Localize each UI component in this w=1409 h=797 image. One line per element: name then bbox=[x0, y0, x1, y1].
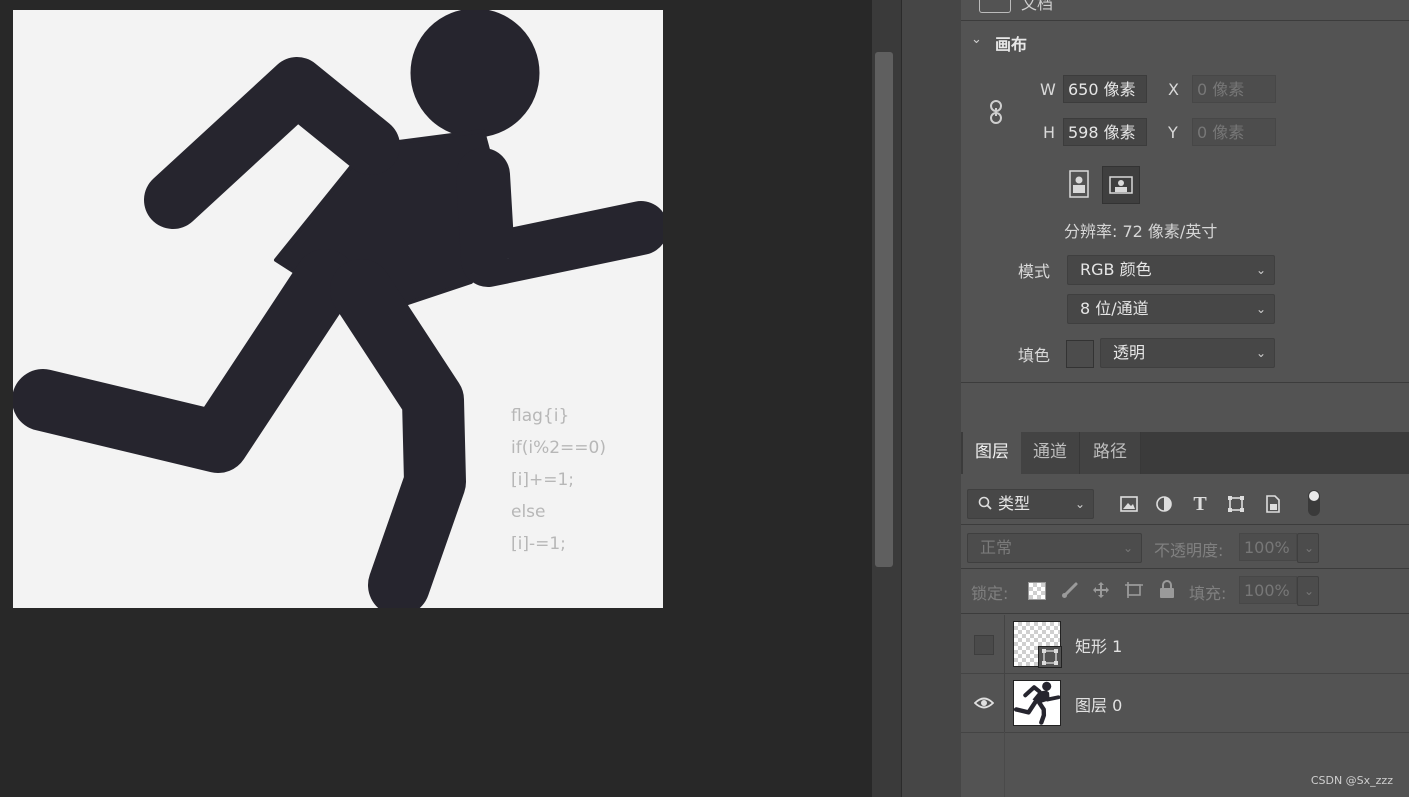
chevron-down-icon: ⌄ bbox=[1074, 497, 1085, 511]
document-canvas[interactable]: flag{i} if(i%2==0) [i]+=1; else [i]-=1; bbox=[13, 10, 663, 608]
search-icon bbox=[978, 490, 992, 527]
code-line-1: flag{i} bbox=[511, 406, 570, 426]
layer-name[interactable]: 图层 0 bbox=[1075, 692, 1122, 716]
vector-shape-icon bbox=[1038, 646, 1062, 668]
fill-value: 透明 bbox=[1113, 343, 1146, 362]
section-divider bbox=[961, 568, 1409, 569]
x-field[interactable]: 0 像素 bbox=[1192, 75, 1276, 103]
smart-object-filter-icon[interactable] bbox=[1263, 494, 1283, 514]
document-workspace: flag{i} if(i%2==0) [i]+=1; else [i]-=1; bbox=[0, 0, 872, 797]
layer-row[interactable]: 矩形 1 bbox=[961, 615, 1409, 674]
layer-name[interactable]: 矩形 1 bbox=[1075, 633, 1122, 657]
section-divider bbox=[961, 20, 1409, 21]
layer-filter-select[interactable]: 类型 ⌄ bbox=[967, 489, 1094, 519]
chevron-down-icon: ⌄ bbox=[1122, 541, 1133, 555]
document-icon bbox=[979, 0, 1011, 13]
layer-thumbnail bbox=[1013, 680, 1061, 726]
height-label: H bbox=[1043, 123, 1056, 142]
filter-toggle[interactable] bbox=[1308, 490, 1320, 516]
shape-filter-icon[interactable] bbox=[1226, 494, 1246, 514]
link-icon[interactable] bbox=[987, 99, 1005, 125]
watermark-text: CSDN @Sx_zzz bbox=[1310, 774, 1393, 787]
width-label: W bbox=[1040, 80, 1056, 99]
lock-transparency-icon[interactable] bbox=[1028, 582, 1046, 600]
y-field[interactable]: 0 像素 bbox=[1192, 118, 1276, 146]
visibility-toggle-off[interactable] bbox=[974, 635, 994, 655]
mode-label: 模式 bbox=[1018, 262, 1051, 281]
canvas-section-title[interactable]: 画布 bbox=[995, 31, 1027, 55]
lock-label: 锁定: bbox=[971, 584, 1009, 603]
code-line-2: if(i%2==0) bbox=[511, 438, 606, 458]
row-divider bbox=[1004, 615, 1005, 673]
image-filter-icon[interactable] bbox=[1119, 494, 1139, 514]
height-field[interactable]: 598 像素 bbox=[1063, 118, 1147, 146]
panel-divider bbox=[901, 0, 962, 797]
eye-icon[interactable] bbox=[973, 693, 995, 713]
chevron-down-icon: ⌄ bbox=[1255, 263, 1266, 277]
text-filter-icon[interactable]: T bbox=[1190, 493, 1210, 515]
lock-position-move-icon[interactable] bbox=[1091, 580, 1111, 600]
portrait-orientation-icon[interactable] bbox=[1067, 168, 1091, 200]
lock-pixels-brush-icon[interactable] bbox=[1060, 580, 1080, 600]
width-field[interactable]: 650 像素 bbox=[1063, 75, 1147, 103]
lock-artboard-icon[interactable] bbox=[1124, 580, 1144, 600]
opacity-label: 不透明度: bbox=[1154, 541, 1224, 560]
scrollbar-thumb[interactable] bbox=[875, 52, 893, 567]
chevron-down-icon: ⌄ bbox=[1303, 584, 1314, 598]
lock-all-icon[interactable] bbox=[1158, 579, 1176, 599]
blend-mode-value: 正常 bbox=[980, 538, 1013, 557]
running-man-artwork bbox=[13, 10, 663, 608]
code-line-4: else bbox=[511, 502, 546, 522]
chevron-down-icon: ⌄ bbox=[1255, 346, 1266, 360]
tab-paths[interactable]: 路径 bbox=[1080, 432, 1141, 474]
layer-row[interactable]: 图层 0 bbox=[961, 674, 1409, 733]
figure-front-leg bbox=[330, 259, 466, 608]
code-line-3: [i]+=1; bbox=[511, 470, 575, 490]
bit-depth-select[interactable]: 8 位/通道 ⌄ bbox=[1067, 294, 1275, 324]
color-mode-select[interactable]: RGB 颜色 ⌄ bbox=[1067, 255, 1275, 285]
fill-color-swatch[interactable] bbox=[1066, 340, 1094, 368]
figure-head bbox=[410, 10, 540, 138]
fill-color-label: 填色 bbox=[1018, 346, 1051, 365]
figure-back-leg bbox=[13, 249, 356, 473]
chevron-down-icon: ⌄ bbox=[1255, 302, 1266, 316]
fill-opacity-field[interactable]: 100% bbox=[1239, 576, 1297, 604]
blend-mode-select[interactable]: 正常 ⌄ bbox=[967, 533, 1142, 563]
section-divider bbox=[961, 382, 1409, 383]
landscape-orientation-icon[interactable] bbox=[1102, 166, 1140, 204]
properties-panel: 文档 ⌄ 画布 W 650 像素 X 0 像素 H 598 像素 Y 0 像素 … bbox=[961, 0, 1409, 432]
color-mode-value: RGB 颜色 bbox=[1080, 260, 1152, 279]
opacity-field[interactable]: 100% bbox=[1239, 533, 1297, 561]
fill-select[interactable]: 透明 ⌄ bbox=[1100, 338, 1275, 368]
row-divider bbox=[1004, 732, 1005, 797]
fill-opacity-label: 填充: bbox=[1189, 584, 1227, 603]
row-divider bbox=[1004, 674, 1005, 732]
bit-depth-value: 8 位/通道 bbox=[1080, 299, 1149, 318]
tab-channels[interactable]: 通道 bbox=[1021, 432, 1080, 474]
document-section-label: 文档 bbox=[1021, 0, 1054, 13]
fill-opacity-dropdown[interactable]: ⌄ bbox=[1297, 576, 1319, 606]
tab-layers[interactable]: 图层 bbox=[963, 432, 1022, 474]
adjustment-filter-icon[interactable] bbox=[1154, 494, 1174, 514]
y-label: Y bbox=[1168, 123, 1178, 142]
chevron-down-icon: ⌄ bbox=[1303, 541, 1314, 555]
layer-filter-value: 类型 bbox=[998, 494, 1031, 513]
resolution-text: 分辨率: 72 像素/英寸 bbox=[1064, 222, 1218, 241]
toggle-knob bbox=[1309, 491, 1319, 501]
figure-front-arm bbox=[456, 148, 663, 287]
layers-panel: 图层 通道 路径 类型 ⌄ T 正常 ⌄ 不透明度: 100% ⌄ 锁定: 填充… bbox=[961, 432, 1409, 797]
opacity-dropdown[interactable]: ⌄ bbox=[1297, 533, 1319, 563]
section-divider bbox=[961, 613, 1409, 614]
layer-thumbnail bbox=[1013, 621, 1062, 668]
code-line-5: [i]-=1; bbox=[511, 534, 566, 554]
x-label: X bbox=[1168, 80, 1179, 99]
section-divider bbox=[961, 524, 1409, 525]
chevron-down-icon[interactable]: ⌄ bbox=[971, 32, 982, 47]
